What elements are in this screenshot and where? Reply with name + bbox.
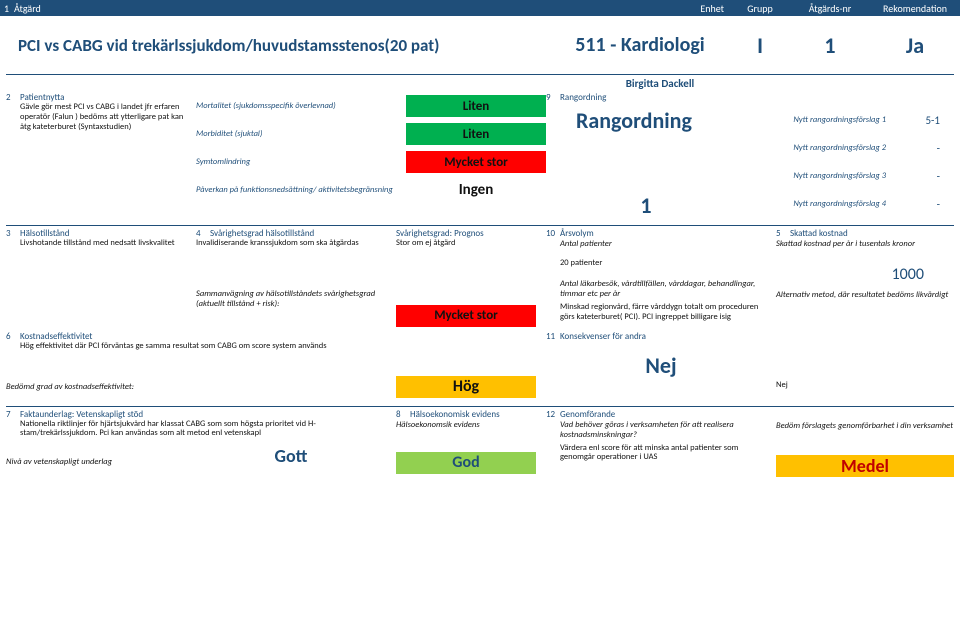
rank-title: Rangordning [546,107,746,134]
s8-lbl: Hälsoekonomisk evidens [410,409,500,420]
s11-num: 11 [546,331,560,342]
rank-val: 5-1 [896,114,946,127]
rank-row: Nytt rangordningsförslag 3- [746,162,954,190]
s6-grade-badge: Hög [396,376,536,398]
s2-num: 2 [6,92,20,103]
s12-badge: Medel [776,455,954,477]
s12-q: Vad behöver göras i verksamheten för att… [546,420,776,440]
s12-judge: Bedöm förslagets genomförbarhet i din ve… [776,421,954,431]
rank-row: Nytt rangordningsförslag 15-1 [746,106,954,134]
atgnr-val: 1 [790,32,870,59]
rank-label: Nytt rangordningsförslag 1 [746,115,896,125]
sec6-row: 6Kostnadseffektivitet Hög effektivitet d… [0,329,960,400]
s10-lbl: Årsvolym [560,228,594,239]
s8-badge: God [396,452,536,474]
hdr-rek: Rekomendation [870,2,960,15]
impact-badge: Ingen [406,179,546,201]
s12-lbl: Genomförande [560,409,615,420]
s10-region: Minskad regionvård, färre vårddygn total… [546,303,776,323]
owner: Birgitta Dackell [0,75,960,92]
rank-row: Nytt rangordningsförslag 4- [746,190,954,218]
rek-val: Ja [870,32,960,59]
impact-badge: Mycket stor [406,151,546,173]
s7-text: Nationella riktlinjer för hjärtsjukvård … [6,420,396,440]
s10-visits: Antal läkarbesök, vårdtillfällen, vårdda… [546,279,776,299]
s4-agg-lbl: Sammanvägning av hälsotillståndets svåri… [196,289,396,309]
s9-num: 9 [546,92,560,103]
rank-row: Nytt rangordningsförslag 2- [746,134,954,162]
s2-text: Gävle gör mest PCI vs CABG i landet jfr … [6,103,196,132]
s4-text: Invalidiserande kranssjukdom som ska åtg… [196,239,396,249]
hdr-atgard: Åtgärd [14,2,630,15]
impact-row: Mortalitet (sjukdomsspecifik överlevnad)… [196,92,546,120]
s9-lbl: Rangordning [560,92,606,103]
header-bar: 1 Åtgärd Enhet Grupp Åtgärds-nr Rekomend… [0,0,960,16]
page-title: PCI vs CABG vid trekärlssjukdom/huvudsta… [0,35,550,56]
s10-antal: Antal patienter [546,239,776,249]
s7-num: 7 [6,409,20,420]
department: 511 - Kardiologi [550,33,730,57]
bottom-grid: 7Faktaunderlag: Vetenskapligt stöd Natio… [0,407,960,479]
impact-row: SymtomlindringMycket stor [196,148,546,176]
s12-text: Värdera enl score för att minska antal p… [546,444,776,464]
rank-val: - [896,170,946,183]
s3-num: 3 [6,228,20,239]
grupp-val: I [730,32,790,59]
rank-label: Nytt rangordningsförslag 2 [746,143,896,153]
hdr-num: 1 [0,2,14,15]
rank-label: Nytt rangordningsförslag 4 [746,199,896,209]
hdr-grupp: Grupp [730,2,790,15]
impact-row: Morbiditet (sjuktal)Liten [196,120,546,148]
mid-grid: 3Hälsotillstånd Livshotande tillstånd me… [0,226,960,329]
s5-num: 5 [776,228,790,239]
s11-lbl: Konsekvenser för andra [560,331,646,342]
s6-num: 6 [6,331,20,342]
rank-val: - [896,142,946,155]
impact-label: Påverkan på funktionsnedsättning/ aktivi… [196,185,406,195]
upper-grid: 2Patientnytta Gävle gör mest PCI vs CABG… [0,92,960,219]
s5-val: 1000 [776,265,954,284]
s5-lbl: Skattad kostnad [790,228,848,239]
s5-alt: Alternativ metod, där resultatet bedöms … [776,290,954,300]
s3-text: Livshotande tillstånd med nedsatt livskv… [6,239,196,249]
title-row: PCI vs CABG vid trekärlssjukdom/huvudsta… [0,16,960,74]
s6-grade-lbl: Bedömd grad av kostnadseffektivitet: [6,382,396,392]
impact-label: Symtomlindring [196,157,406,167]
rank-one: 1 [546,192,746,219]
impact-row: Påverkan på funktionsnedsättning/ aktivi… [196,176,546,204]
hdr-atgnr: Åtgärds-nr [790,2,870,15]
s11-nej2: Nej [776,381,954,391]
impact-label: Mortalitet (sjukdomsspecifik överlevnad) [196,101,406,111]
s10-pat: 20 patienter [546,259,776,269]
s7-level-val: Gott [206,445,376,467]
s8-sub: Hälsoekonomsik evidens [396,420,546,430]
impact-badge: Liten [406,123,546,145]
hdr-enhet: Enhet [630,2,730,15]
prog-text: Stor om ej åtgärd [396,239,546,249]
s8-num: 8 [396,409,410,420]
rank-val: - [896,198,946,211]
s5-sub: Skattad kostnad per år i tusentals krono… [776,239,954,249]
s7-lbl: Faktaunderlag: Vetenskapligt stöd [20,409,143,420]
impact-badge: Liten [406,95,546,117]
s12-num: 12 [546,409,560,420]
rank-label: Nytt rangordningsförslag 3 [746,171,896,181]
s10-num: 10 [546,228,560,239]
s4-agg-badge: Mycket stor [396,305,536,327]
s6-text: Hög effektivitet där PCI förväntas ge sa… [6,342,546,352]
s7-level-lbl: Nivå av vetenskapligt underlag [6,457,206,467]
s11-val: Nej [546,352,776,379]
impact-label: Morbiditet (sjuktal) [196,129,406,139]
